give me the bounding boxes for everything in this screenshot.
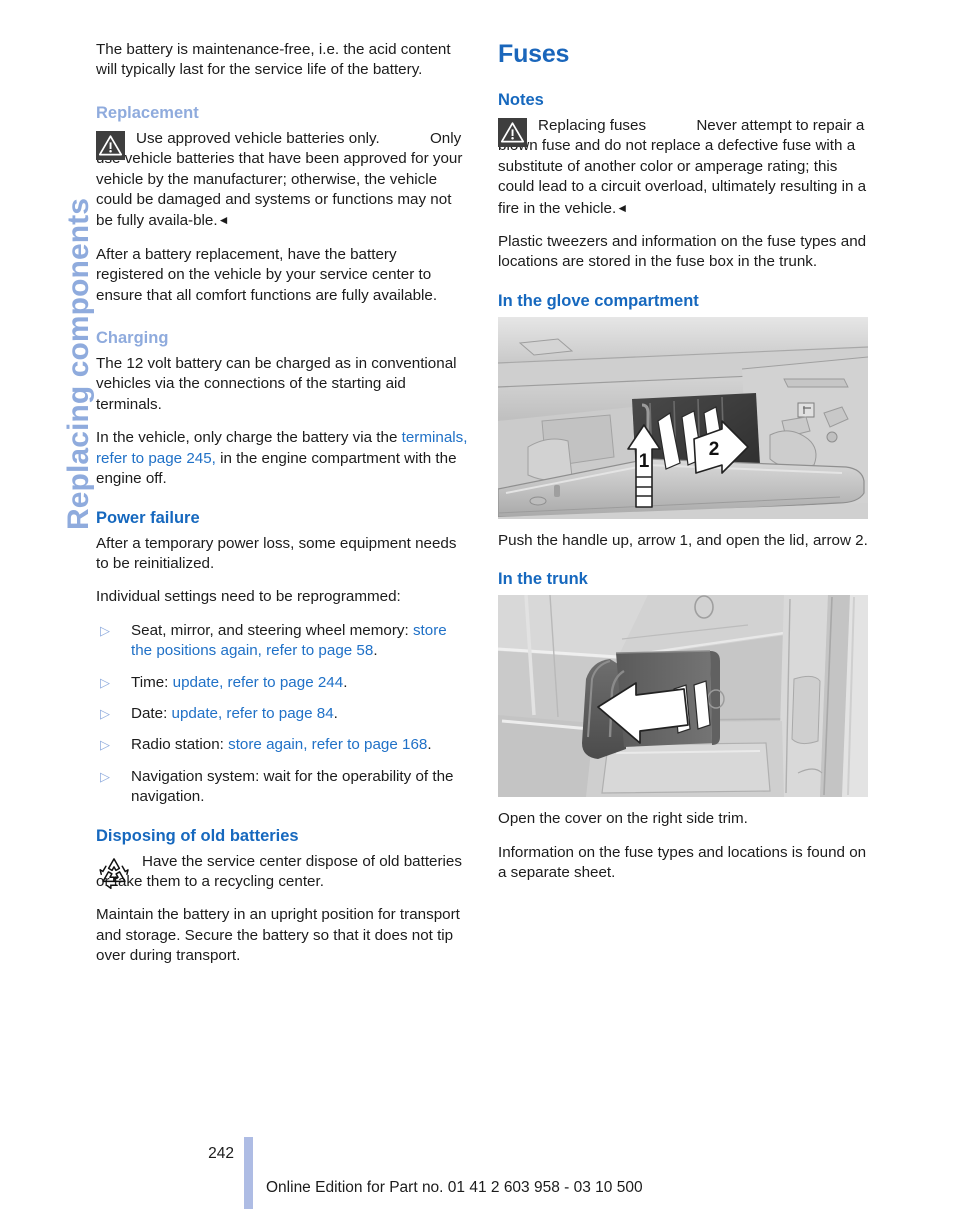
heading-in-the-glove-compartment: In the glove compartment [498, 291, 699, 310]
power-failure-paragraph-2: Individual settings need to be reprogram… [96, 588, 401, 606]
list-item-pre: Date: [131, 704, 172, 722]
bullet-triangle-icon: ▷ [100, 622, 110, 638]
warning-triangle-icon [498, 118, 527, 147]
page-number: 242 [208, 1145, 234, 1162]
bullet-triangle-icon: ▷ [100, 705, 110, 721]
power-failure-paragraph-1: After a temporary power loss, some equip… [96, 534, 457, 572]
notes-paragraph: Plastic tweezers and information on the … [498, 233, 867, 271]
notes-warning-text: Replacing fuses Never attempt to repair … [498, 116, 870, 219]
disposing-note-block: Have the service center dispose of old b… [96, 852, 468, 893]
list-item-pre: Seat, mirror, and steering wheel memory: [131, 621, 413, 639]
glove-compartment-caption: Push the handle up, arrow 1, and open th… [498, 531, 868, 549]
link-radio-station-page-168[interactable]: store again, refer to page 168 [228, 736, 427, 753]
list-item-pre: Navigation system: wait for the operabil… [131, 767, 454, 806]
chapter-tab-label: Replacing components [62, 197, 95, 530]
link-time-page-244[interactable]: update, refer to page 244 [173, 674, 344, 691]
replacement-warning-title: Use approved vehicle batteries only. [136, 129, 380, 147]
disposing-note-text: Have the service center dispose of old b… [96, 852, 468, 893]
disposing-note: Have the service center dispose of old b… [96, 852, 462, 890]
heading-in-the-trunk: In the trunk [498, 570, 588, 589]
list-item: ▷ Date: update, refer to page 84. [96, 704, 468, 724]
trunk-caption-1: Open the cover on the right side trim. [498, 810, 748, 828]
replacement-paragraph: After a battery replacement, have the ba… [96, 245, 438, 304]
bullet-triangle-icon: ▷ [100, 674, 110, 690]
heading-charging: Charging [96, 329, 169, 348]
heading-power-failure: Power failure [96, 508, 200, 527]
list-item: ▷ Radio station: store again, refer to pa… [96, 735, 468, 755]
trunk-side-trim-illustration [498, 595, 868, 798]
right-column: Fuses Notes Replacing fuses Never attemp… [498, 40, 870, 896]
disposing-paragraph: Maintain the battery in an upright posit… [96, 906, 460, 965]
notes-end-mark: ◄ [616, 200, 629, 215]
left-column: The battery is maintenance-free, i.e. th… [96, 40, 468, 980]
replacement-warning-text: Use approved vehicle batteries only. Onl… [96, 129, 468, 232]
intro-paragraph: The battery is maintenance-free, i.e. th… [96, 41, 451, 79]
page-title: Fuses [498, 40, 570, 68]
link-date-page-84[interactable]: update, refer to page 84 [172, 705, 334, 722]
charging-paragraph-2-pre: In the vehicle, only charge the battery … [96, 429, 402, 447]
replacement-end-mark: ◄ [217, 213, 230, 228]
recycling-symbol-icon [96, 854, 132, 890]
list-item: ▷ Time: update, refer to page 244. [96, 673, 468, 693]
heading-disposing-old-batteries: Disposing of old batteries [96, 826, 299, 845]
list-item-post: . [373, 642, 378, 660]
trunk-caption-2: Information on the fuse types and locati… [498, 843, 867, 882]
list-item-post: . [343, 673, 348, 691]
bullet-triangle-icon: ▷ [100, 768, 110, 784]
chapter-tab: Replacing components [0, 0, 96, 560]
charging-paragraph-1: The 12 volt battery can be charged as in… [96, 355, 457, 413]
list-item-pre: Radio station: [131, 736, 229, 754]
heading-replacement: Replacement [96, 103, 199, 122]
list-item-post: . [427, 736, 432, 754]
footer-divider [244, 1137, 253, 1209]
bullet-triangle-icon: ▷ [100, 737, 110, 753]
replacement-warning-block: Use approved vehicle batteries only. Onl… [96, 129, 468, 232]
charging-paragraph-2: In the vehicle, only charge the battery … [96, 428, 468, 489]
heading-notes: Notes [498, 91, 544, 109]
warning-triangle-icon [96, 130, 125, 160]
notes-warning-block: Replacing fuses Never attempt to repair … [498, 116, 870, 219]
svg-text:1: 1 [639, 451, 650, 472]
list-item: ▷ Seat, mirror, and steering wheel memory… [96, 621, 468, 662]
svg-text:2: 2 [709, 439, 720, 460]
list-item-pre: Time: [131, 673, 173, 691]
power-failure-bullet-list: ▷ Seat, mirror, and steering wheel memory… [96, 621, 468, 808]
notes-warning-title: Replacing fuses [538, 117, 647, 134]
list-item: ▷ Navigation system: wait for the operabi… [96, 767, 468, 808]
page-footer: 242 Online Edition for Part no. 01 41 2 … [0, 1129, 954, 1215]
list-item-post: . [333, 704, 338, 722]
footer-note: Online Edition for Part no. 01 41 2 603 … [266, 1179, 643, 1196]
glove-compartment-illustration: 1 2 [498, 316, 868, 519]
